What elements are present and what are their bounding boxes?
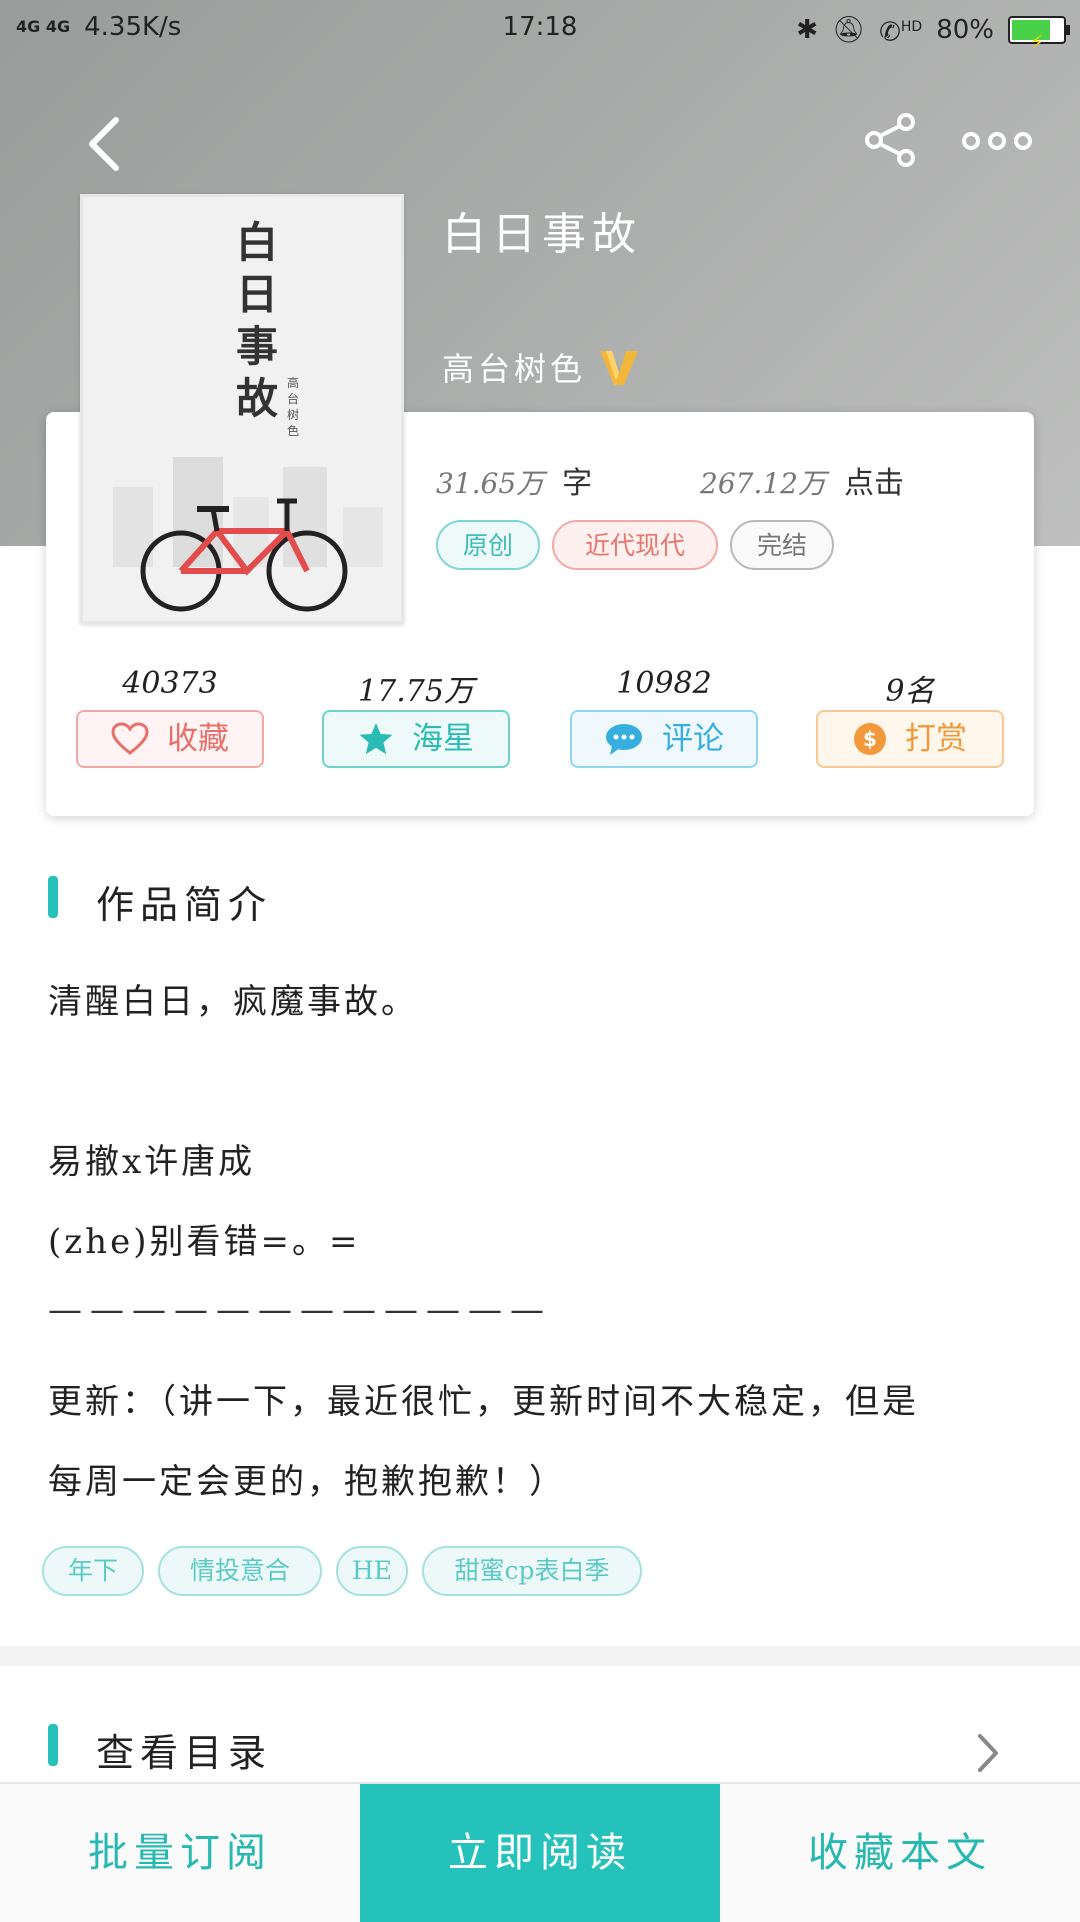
comments-count: 10982 xyxy=(616,666,712,701)
status-bar: 4G 4G 4.35K/s 17:18 ✱ 🔕︎ ✆HD 80% ⚡ xyxy=(0,0,1080,54)
author-label: 高台树色 xyxy=(442,350,587,388)
comment-icon xyxy=(606,724,642,755)
starfish-label: 海星 xyxy=(412,721,474,757)
chevron-right-icon xyxy=(978,1734,998,1772)
share-button[interactable] xyxy=(862,112,918,168)
read-now-button[interactable]: 立即阅读 xyxy=(360,1784,720,1922)
tag-status: 完结 xyxy=(730,520,834,570)
favorite-button[interactable]: 收藏 xyxy=(76,710,264,768)
intro-line: (zhe)别看错=。= xyxy=(48,1222,361,1262)
tip-button[interactable]: $ 打赏 xyxy=(816,710,1004,768)
word-count: 31.65万字 xyxy=(436,458,592,502)
batch-subscribe-button[interactable]: 批量订阅 xyxy=(0,1784,360,1922)
tag-era: 近代现代 xyxy=(552,520,718,570)
battery-icon: ⚡ xyxy=(1008,15,1070,54)
favorite-label: 收藏 xyxy=(167,721,229,757)
hd-call-icon: ✆HD xyxy=(879,17,923,48)
starfish-button[interactable]: 海星 xyxy=(322,710,510,768)
intro-line: 清醒白日，疯魔事故。 xyxy=(48,982,418,1022)
intro-line: 易撤x许唐成 xyxy=(48,1142,256,1182)
intro-line: 每周一定会更的，抱歉抱歉！） xyxy=(48,1462,566,1502)
svg-text:$: $ xyxy=(863,727,877,751)
tip-label: 打赏 xyxy=(905,721,967,757)
word-count-value: 31.65万 xyxy=(436,467,545,500)
word-count-label: 字 xyxy=(562,466,593,501)
keyword-tag[interactable]: 情投意合 xyxy=(158,1546,322,1596)
keyword-tag[interactable]: HE xyxy=(336,1546,408,1596)
starfish-count: 17.75万 xyxy=(358,674,474,709)
battery-percent: 80% xyxy=(936,14,994,45)
more-button[interactable] xyxy=(962,126,1032,156)
intro-line: 更新：（讲一下，最近很忙，更新时间不大稳定，但是 xyxy=(48,1382,919,1422)
heart-icon xyxy=(111,722,149,755)
click-count-label: 点击 xyxy=(843,466,904,501)
tag-original: 原创 xyxy=(436,520,540,570)
keyword-tag[interactable]: 年下 xyxy=(42,1546,144,1596)
comment-button[interactable]: 评论 xyxy=(570,710,758,768)
comment-label: 评论 xyxy=(662,721,724,757)
keyword-tag[interactable]: 甜蜜cp表白季 xyxy=(422,1546,642,1596)
favorites-count: 40373 xyxy=(122,666,218,701)
star-icon xyxy=(359,723,393,755)
author-name[interactable]: 高台树色 xyxy=(442,344,640,390)
vip-author-icon xyxy=(600,351,639,385)
cover-title: 白日事故 xyxy=(235,218,278,423)
add-to-shelf-button[interactable]: 收藏本文 xyxy=(720,1784,1080,1922)
book-title: 白日事故 xyxy=(442,209,642,260)
cover-bicycle-art xyxy=(140,498,348,612)
toc-accent-bar xyxy=(48,1724,58,1766)
bell-muted-icon: 🔕︎ xyxy=(832,14,866,45)
bottom-action-bar: 批量订阅 立即阅读 收藏本文 xyxy=(0,1782,1080,1922)
intro-separator: ———————————— xyxy=(48,1290,552,1330)
bluetooth-icon: ✱ xyxy=(796,14,819,45)
coin-icon: $ xyxy=(854,723,886,755)
intro-heading: 作品简介 xyxy=(96,883,273,927)
section-divider xyxy=(0,1646,1080,1666)
back-button[interactable] xyxy=(84,114,124,174)
rank-count: 9名 xyxy=(885,674,935,709)
toc-heading: 查看目录 xyxy=(96,1731,273,1775)
click-count-value: 267.12万 xyxy=(700,467,826,500)
book-cover[interactable]: 白日事故 高台树色 xyxy=(80,194,404,624)
click-count: 267.12万 点击 xyxy=(700,458,904,502)
intro-accent-bar xyxy=(48,876,58,918)
